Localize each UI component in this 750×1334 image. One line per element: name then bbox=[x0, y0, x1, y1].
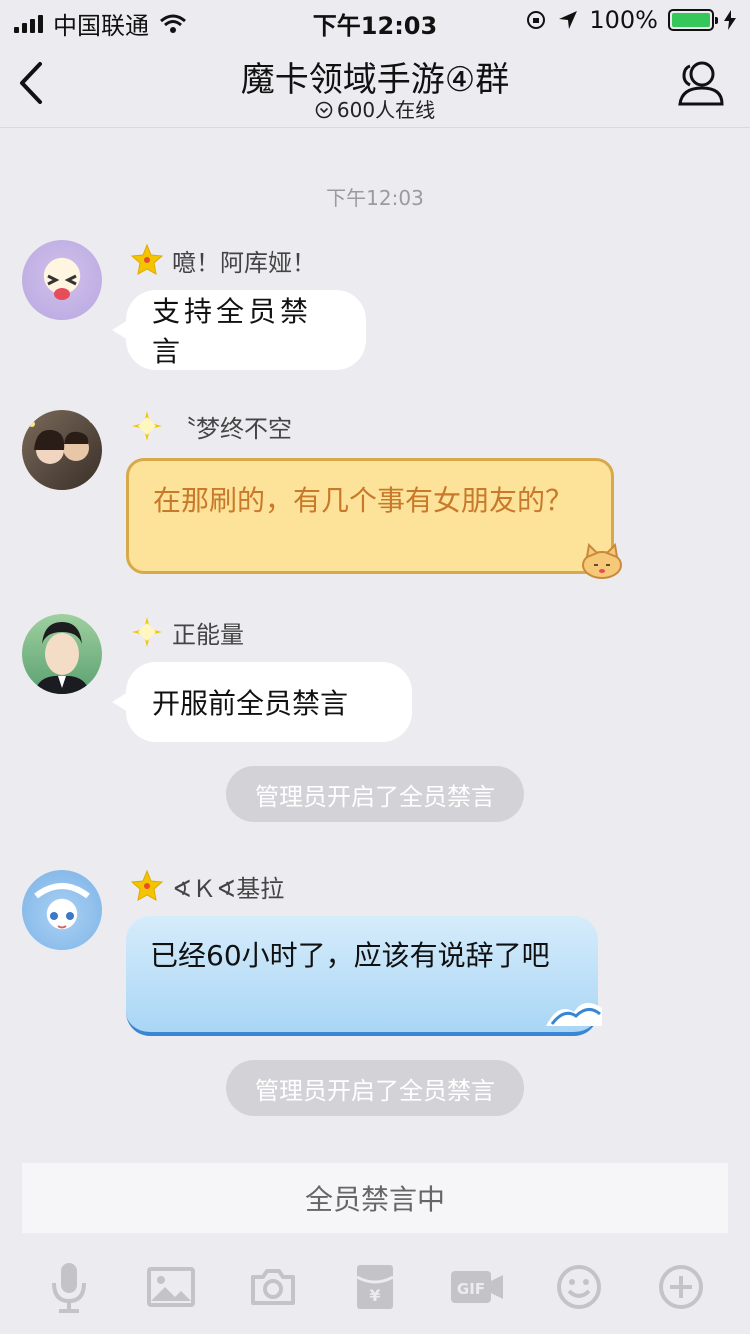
message-text: 开服前全员禁言 bbox=[152, 687, 349, 720]
emoji-button[interactable] bbox=[551, 1259, 607, 1315]
sender-name-label: 噫！阿库娅！ bbox=[172, 248, 316, 277]
rotation-lock-icon bbox=[527, 11, 546, 29]
sender-name-label: 正能量 bbox=[172, 620, 244, 649]
avatar[interactable] bbox=[22, 410, 102, 490]
nav-bar: 魔卡领域手游④群 600人在线 bbox=[0, 40, 750, 128]
avatar[interactable] bbox=[22, 614, 102, 694]
sender-name[interactable]: 〝梦终不空 bbox=[130, 406, 292, 446]
message-bubble[interactable]: 已经60小时了，应该有说辞了吧 bbox=[126, 916, 602, 1036]
voice-button[interactable] bbox=[41, 1259, 97, 1315]
emoji-icon bbox=[557, 1265, 601, 1309]
sender-name[interactable]: ∢Ｋ∢基拉 bbox=[130, 866, 284, 906]
message-bubble[interactable]: 支持全员禁言 bbox=[112, 290, 366, 370]
battery-percent: 100% bbox=[589, 6, 658, 34]
sender-name-label: 〝梦终不空 bbox=[172, 414, 292, 443]
man-portrait-icon bbox=[34, 622, 90, 694]
more-button[interactable] bbox=[653, 1259, 709, 1315]
input-toolbar: ¥ GIF bbox=[0, 1240, 750, 1334]
battery-icon bbox=[668, 9, 718, 31]
message-bubble[interactable]: 在那刷的，有几个事有女朋友的？ bbox=[126, 458, 622, 579]
message-text: 支持全员禁言 bbox=[152, 295, 313, 368]
sender-name[interactable]: 正能量 bbox=[130, 612, 244, 652]
anime-maid-icon bbox=[34, 883, 90, 929]
sender-name[interactable]: 噫！阿库娅！ bbox=[130, 240, 316, 280]
status-bar: 中国联通 下午12:03 100% bbox=[0, 0, 750, 40]
diamond-badge-icon bbox=[132, 617, 162, 647]
location-icon bbox=[559, 11, 578, 29]
wave-sticker-icon bbox=[546, 1002, 602, 1026]
muted-input-bar: 全员禁言中 bbox=[22, 1163, 728, 1233]
image-icon bbox=[147, 1267, 195, 1307]
star-badge-icon bbox=[130, 869, 164, 901]
charging-icon bbox=[724, 10, 736, 30]
avatar[interactable] bbox=[22, 240, 102, 320]
message-bubble[interactable]: 开服前全员禁言 bbox=[112, 662, 412, 742]
diamond-badge-icon bbox=[132, 411, 162, 441]
system-notice: 管理员开启了全员禁言 bbox=[226, 766, 524, 822]
camera-icon bbox=[251, 1269, 295, 1305]
gif-icon: GIF bbox=[451, 1271, 503, 1303]
cat-sticker-icon bbox=[582, 543, 622, 579]
red-packet-icon: ¥ bbox=[356, 1265, 394, 1309]
svg-text:GIF: GIF bbox=[457, 1280, 485, 1298]
photo-couple-icon bbox=[29, 417, 95, 464]
chevron-down-icon bbox=[315, 101, 333, 119]
red-packet-button[interactable]: ¥ bbox=[347, 1259, 403, 1315]
message-text: 在那刷的，有几个事有女朋友的？ bbox=[153, 484, 574, 517]
plus-icon bbox=[659, 1265, 703, 1309]
star-badge-icon bbox=[130, 243, 164, 275]
online-count[interactable]: 600人在线 bbox=[0, 94, 750, 123]
svg-text:¥: ¥ bbox=[369, 1286, 380, 1305]
avatar[interactable] bbox=[22, 870, 102, 950]
online-count-label: 600人在线 bbox=[336, 98, 436, 122]
group-members-icon[interactable] bbox=[672, 58, 726, 108]
image-button[interactable] bbox=[143, 1259, 199, 1315]
chat-time-label: 下午12:03 bbox=[326, 186, 424, 210]
anime-face-icon bbox=[47, 274, 77, 300]
gif-button[interactable]: GIF bbox=[449, 1259, 505, 1315]
camera-button[interactable] bbox=[245, 1259, 301, 1315]
system-notice: 管理员开启了全员禁言 bbox=[226, 1060, 524, 1116]
mic-icon bbox=[52, 1263, 86, 1313]
sender-name-label: ∢Ｋ∢基拉 bbox=[172, 874, 285, 903]
message-text: 已经60小时了，应该有说辞了吧 bbox=[150, 939, 550, 972]
